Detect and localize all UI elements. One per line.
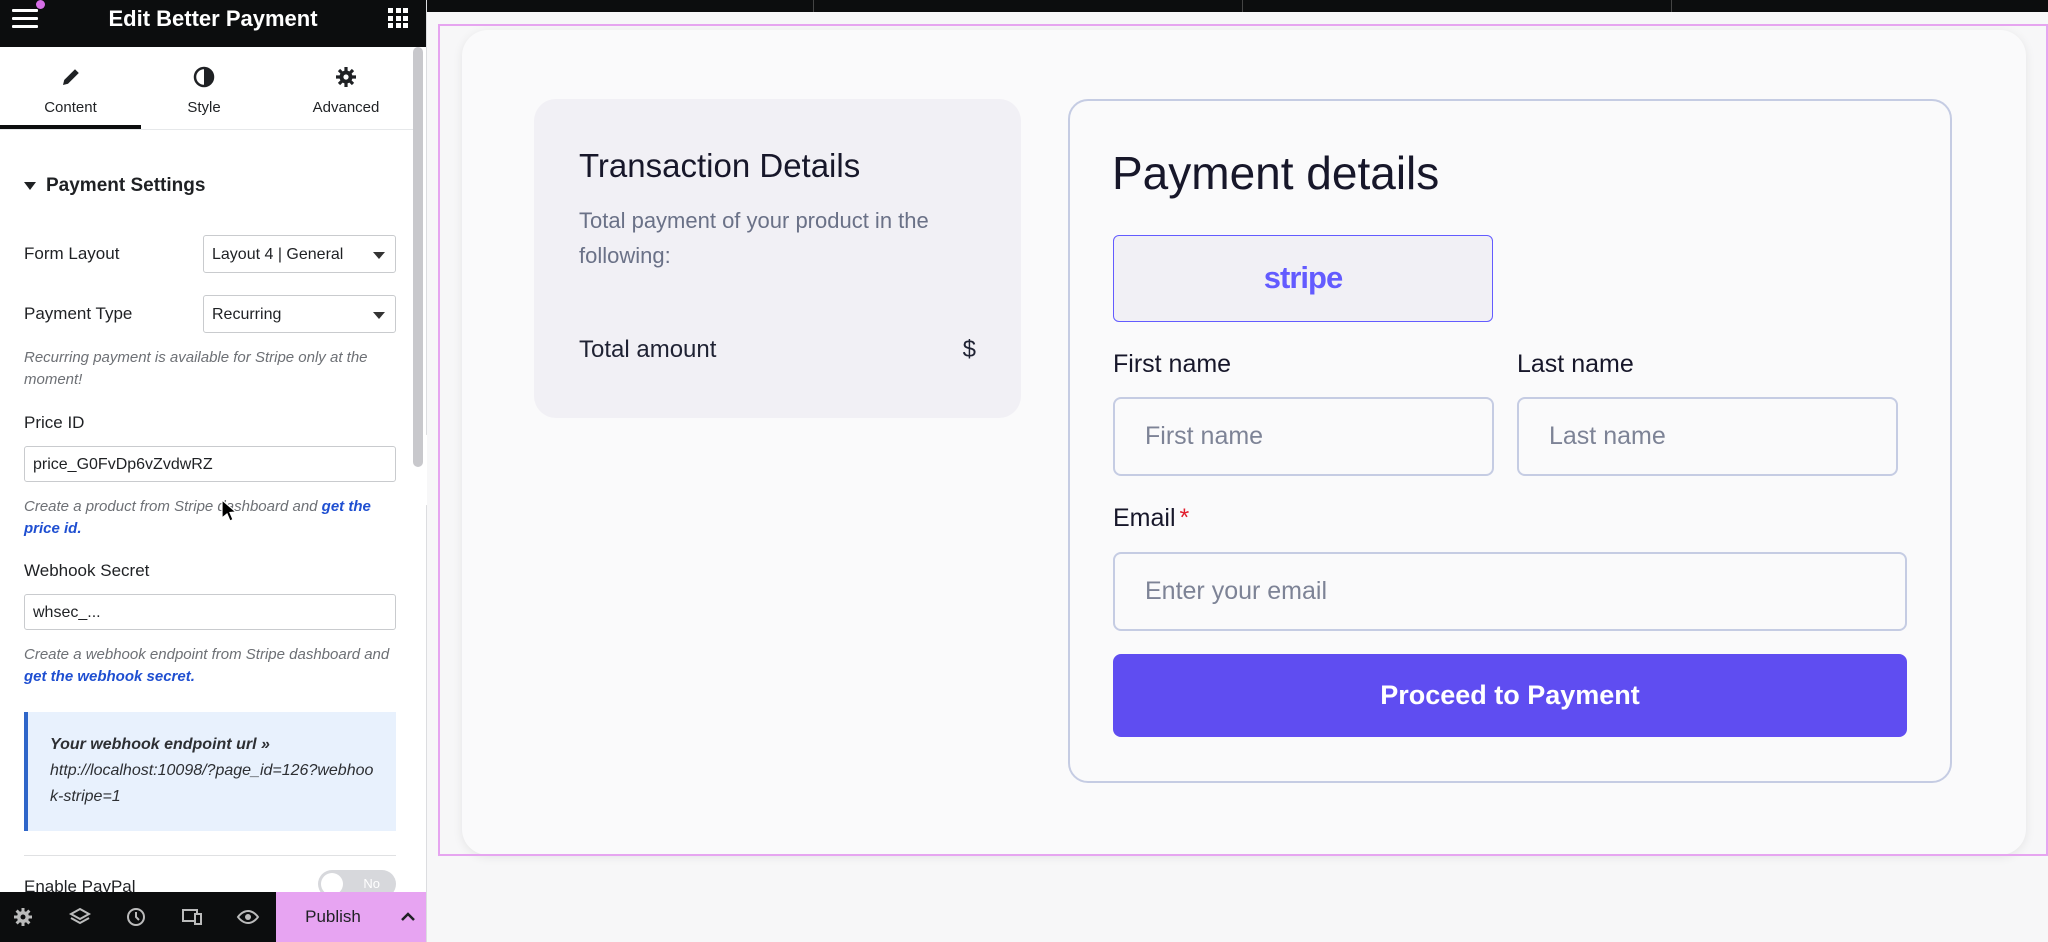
eye-icon[interactable] <box>236 905 260 929</box>
price-id-note: Create a product from Stripe dashboard a… <box>24 496 396 540</box>
email-input[interactable]: Enter your email <box>1113 552 1907 631</box>
tab-style[interactable]: Style <box>141 47 267 129</box>
settings-gear-icon[interactable] <box>11 905 35 929</box>
get-webhook-secret-link[interactable]: get the webhook secret. <box>24 668 195 685</box>
panel-title: Edit Better Payment <box>108 6 318 31</box>
webhook-endpoint-url: http://localhost:10098/?page_id=126?webh… <box>50 762 374 805</box>
proceed-to-payment-button[interactable]: Proceed to Payment <box>1113 654 1907 737</box>
form-layout-label: Form Layout <box>24 244 120 263</box>
panel-scrollbar[interactable] <box>413 47 423 467</box>
gear-icon <box>336 67 356 87</box>
pencil-icon <box>62 69 79 85</box>
last-name-input[interactable]: Last name <box>1517 397 1898 476</box>
preview-top-bar <box>427 0 2048 12</box>
panel-tabs: Content Style Advanced <box>0 47 414 130</box>
first-name-input[interactable]: First name <box>1113 397 1494 476</box>
webhook-note-text: Create a webhook endpoint from Stripe da… <box>24 646 390 663</box>
payment-type-select[interactable]: Recurring <box>203 295 396 333</box>
editor-panel: Edit Better Payment Content Style Advanc… <box>0 0 427 942</box>
apps-grid-icon[interactable] <box>388 8 408 28</box>
stripe-method-button[interactable]: stripe <box>1113 235 1493 322</box>
payment-type-value: Recurring <box>212 306 282 323</box>
chevron-down-icon <box>373 312 385 319</box>
section-payment-settings-label: Payment Settings <box>46 175 206 196</box>
email-label: Email * <box>1113 504 1189 533</box>
half-circle-icon <box>193 66 215 88</box>
toggle-state: No <box>363 876 380 891</box>
recurring-note: Recurring payment is available for Strip… <box>24 349 368 388</box>
chevron-up-icon <box>401 912 415 921</box>
caret-down-icon <box>24 181 36 190</box>
total-amount-label: Total amount <box>579 336 717 363</box>
payment-type-label: Payment Type <box>24 304 133 323</box>
payment-details-title: Payment details <box>1112 147 1440 199</box>
form-layout-value: Layout 4 | General <box>212 246 344 263</box>
tab-content[interactable]: Content <box>0 47 141 129</box>
webhook-endpoint-box: Your webhook endpoint url » http://local… <box>24 712 396 831</box>
stripe-logo-icon: stripe <box>1263 260 1343 295</box>
last-name-label: Last name <box>1517 350 1634 378</box>
price-id-label: Price ID <box>24 413 85 432</box>
history-icon[interactable] <box>124 905 148 929</box>
mouse-cursor-icon <box>221 499 237 522</box>
tab-content-label: Content <box>44 99 97 116</box>
webhook-endpoint-heading: Your webhook endpoint url » <box>50 736 270 753</box>
email-label-text: Email <box>1113 504 1176 532</box>
webhook-secret-label: Webhook Secret <box>24 561 150 580</box>
price-id-note-text: Create a product from Stripe dashboard a… <box>24 498 322 515</box>
tab-advanced-label: Advanced <box>312 99 380 116</box>
total-amount-currency: $ <box>962 336 976 363</box>
tab-advanced[interactable]: Advanced <box>267 47 425 129</box>
tab-style-label: Style <box>187 99 221 116</box>
section-payment-settings[interactable]: Payment Settings <box>24 175 205 197</box>
divider <box>24 855 396 856</box>
publish-options-button[interactable] <box>390 892 426 942</box>
chevron-down-icon <box>373 252 385 259</box>
webhook-note: Create a webhook endpoint from Stripe da… <box>24 644 396 688</box>
panel-header: Edit Better Payment <box>0 0 426 47</box>
publish-button[interactable]: Publish <box>276 892 390 942</box>
responsive-icon[interactable] <box>180 905 204 929</box>
first-name-label: First name <box>1113 350 1232 378</box>
transaction-details-card: Transaction Details Total payment of you… <box>534 99 1021 418</box>
layers-icon[interactable] <box>68 905 92 929</box>
webhook-secret-input[interactable]: whsec_... <box>24 594 396 630</box>
price-id-input[interactable]: price_G0FvDp6vZvdwRZ <box>24 446 396 482</box>
transaction-description: Total payment of your product in the fol… <box>579 208 929 268</box>
transaction-title: Transaction Details <box>579 147 861 184</box>
panel-footer: Publish <box>0 892 426 942</box>
form-layout-select[interactable]: Layout 4 | General <box>203 235 396 273</box>
required-asterisk: * <box>1179 504 1190 532</box>
